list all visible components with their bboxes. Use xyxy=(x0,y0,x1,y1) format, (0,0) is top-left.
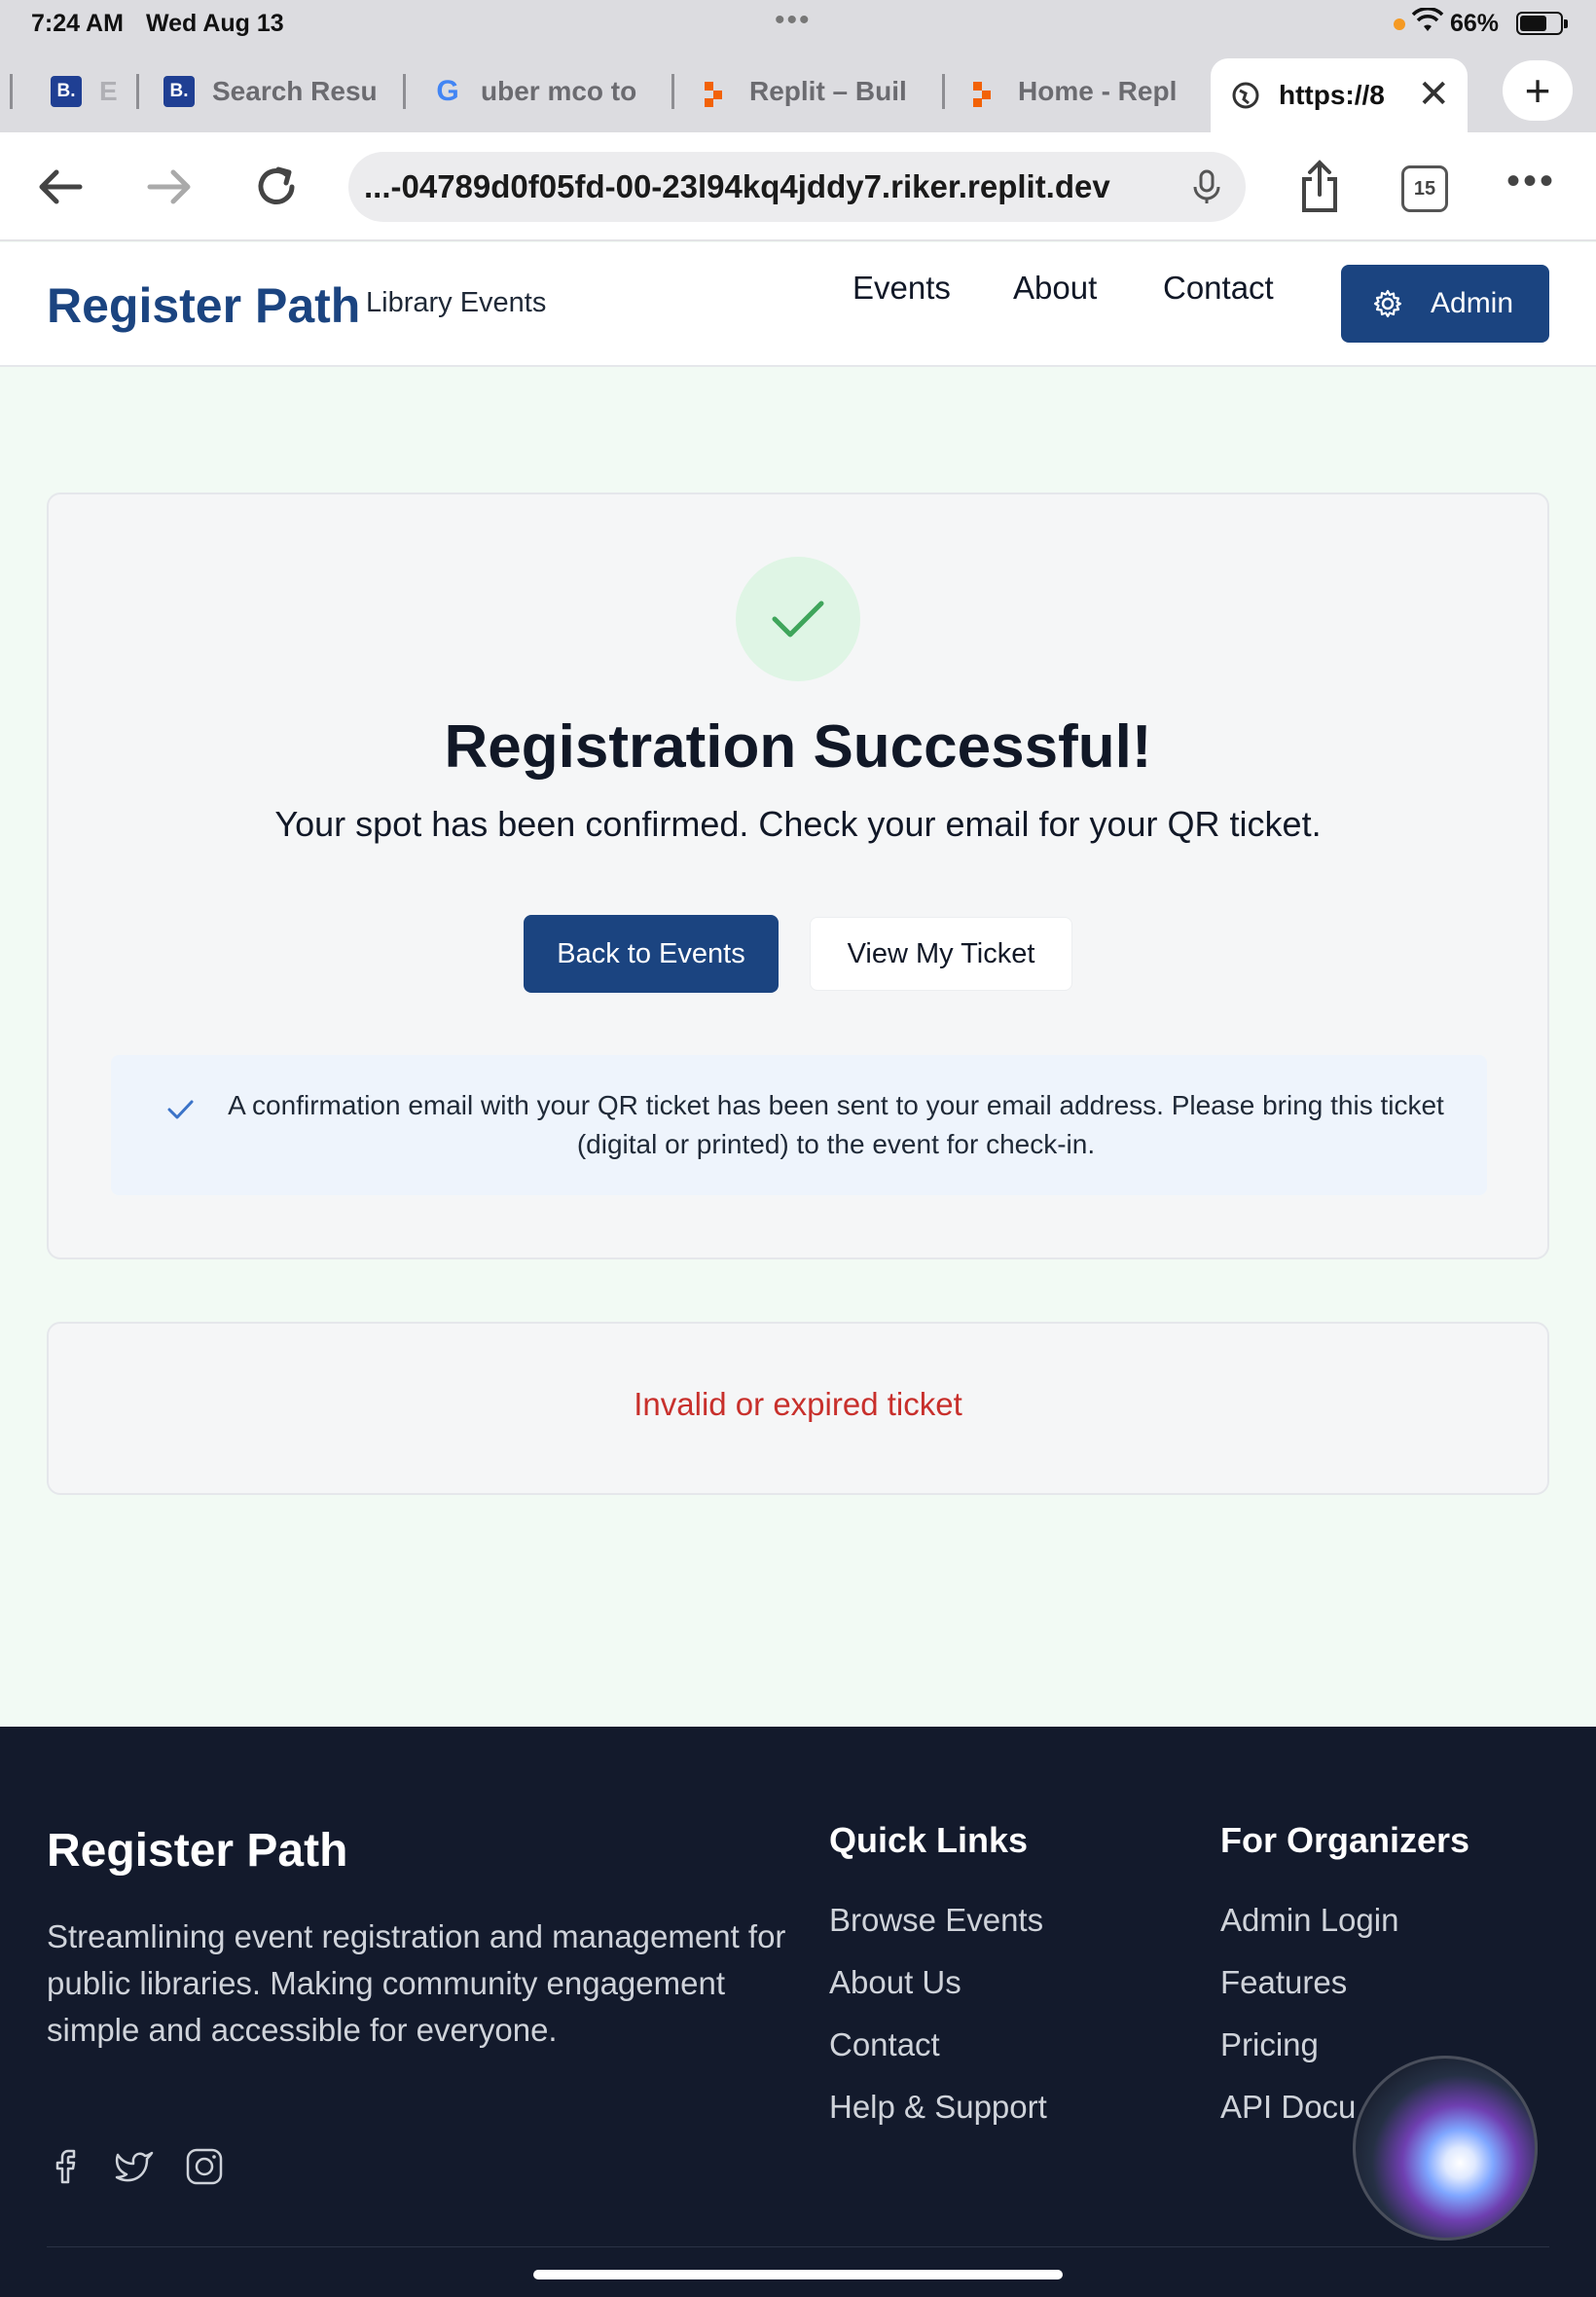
tab-title: https://8 xyxy=(1279,80,1385,110)
more-menu-icon[interactable]: ••• xyxy=(1506,160,1556,203)
tab-title: Replit – Buil xyxy=(749,76,907,106)
tab-separator xyxy=(942,74,945,109)
admin-label: Admin xyxy=(1431,287,1514,319)
plus-icon: + xyxy=(1524,65,1551,116)
battery-percent: 66% xyxy=(1450,10,1500,37)
check-icon xyxy=(167,1100,194,1119)
footer-link-browse-events[interactable]: Browse Events xyxy=(829,1902,1043,1939)
share-button[interactable] xyxy=(1292,160,1347,214)
booking-icon: B. xyxy=(163,76,195,107)
twitter-icon[interactable] xyxy=(113,2145,156,2188)
browser-tab-5[interactable]: Home - Repl xyxy=(969,64,1183,119)
nav-contact[interactable]: Contact xyxy=(1163,270,1274,307)
browser-tab-bar: B. E B. Search Resu G uber mco to Replit… xyxy=(0,47,1596,132)
address-bar: ...-04789d0f05fd-00-23l94kq4jddy7.riker.… xyxy=(0,132,1596,241)
footer-link-features[interactable]: Features xyxy=(1220,1964,1347,2001)
browser-tab-4[interactable]: Replit – Buil xyxy=(701,64,921,119)
footer-brand: Register Path xyxy=(47,1825,348,1877)
tab-title: uber mco to xyxy=(481,76,637,106)
success-check-badge xyxy=(736,557,860,681)
wifi-icon xyxy=(1411,8,1444,31)
ticket-error-message: Invalid or expired ticket xyxy=(634,1386,962,1422)
footer-quick-links-heading: Quick Links xyxy=(829,1820,1029,1860)
view-ticket-button[interactable]: View My Ticket xyxy=(810,917,1072,991)
booking-icon: B. xyxy=(51,76,82,107)
footer-link-api-docs[interactable]: API Docu xyxy=(1220,2089,1356,2126)
registration-success-card: Registration Successful! Your spot has b… xyxy=(47,492,1549,1259)
siri-orb-icon[interactable] xyxy=(1353,2056,1538,2241)
status-date: Wed Aug 13 xyxy=(146,10,284,37)
google-icon: G xyxy=(436,75,459,107)
mic-indicator-dot xyxy=(1394,18,1405,30)
footer-link-pricing[interactable]: Pricing xyxy=(1220,2026,1319,2063)
site-header: Register Path Library Events Events Abou… xyxy=(0,242,1596,367)
browser-tab-2[interactable]: B. Search Resu xyxy=(163,64,385,119)
footer-link-contact[interactable]: Contact xyxy=(829,2026,940,2063)
footer-link-help-support[interactable]: Help & Support xyxy=(829,2089,1047,2126)
tab-separator xyxy=(403,74,406,109)
battery-icon xyxy=(1516,12,1568,35)
close-tab-icon[interactable]: ✕ xyxy=(1417,72,1450,117)
brand-subtitle: Library Events xyxy=(366,287,547,318)
url-text: ...-04789d0f05fd-00-23l94kq4jddy7.riker.… xyxy=(364,168,1110,204)
tab-title: Search Resu xyxy=(212,76,378,106)
tab-title: Home - Repl xyxy=(1018,76,1178,106)
footer-description: Streamlining event registration and mana… xyxy=(47,1918,786,2048)
multitasking-dots-icon[interactable]: ••• xyxy=(775,4,812,37)
tab-count-button[interactable]: 15 xyxy=(1401,165,1448,212)
footer-link-about-us[interactable]: About Us xyxy=(829,1964,961,2001)
microphone-icon[interactable] xyxy=(1187,167,1226,206)
reload-icon xyxy=(258,166,295,204)
brand-logo[interactable]: Register Path xyxy=(47,277,360,334)
replit-icon xyxy=(701,76,732,107)
status-bar: 7:24 AM Wed Aug 13 ••• 66% xyxy=(0,0,1596,47)
success-title: Registration Successful! xyxy=(444,713,1152,781)
back-to-events-button[interactable]: Back to Events xyxy=(524,915,779,993)
tab-separator xyxy=(10,74,13,109)
tab-separator xyxy=(136,74,139,109)
home-indicator[interactable] xyxy=(533,2270,1063,2279)
confirmation-notice-text: A confirmation email with your QR ticket… xyxy=(228,1090,1444,1159)
browser-tab-active[interactable]: https://8 ✕ xyxy=(1211,58,1468,132)
checkmark-icon xyxy=(772,601,824,638)
gear-icon xyxy=(1373,289,1402,318)
footer-organizers-heading: For Organizers xyxy=(1220,1820,1470,1860)
tab-separator xyxy=(671,74,674,109)
globe-icon xyxy=(1230,80,1261,111)
arrow-left-icon xyxy=(39,169,83,204)
forward-button[interactable] xyxy=(142,160,197,214)
nav-about[interactable]: About xyxy=(1013,270,1097,307)
tab-title: E xyxy=(99,76,118,106)
footer-divider xyxy=(47,2246,1549,2247)
replit-icon xyxy=(969,76,1000,107)
facebook-icon[interactable] xyxy=(47,2145,90,2188)
admin-button[interactable]: Admin xyxy=(1341,265,1549,343)
instagram-icon[interactable] xyxy=(183,2145,226,2188)
reload-button[interactable] xyxy=(249,160,304,214)
browser-tab-3[interactable]: G uber mco to xyxy=(432,64,648,119)
footer-link-admin-login[interactable]: Admin Login xyxy=(1220,1902,1398,1939)
browser-tab-1[interactable]: B. E xyxy=(51,64,119,119)
new-tab-button[interactable]: + xyxy=(1503,60,1573,121)
url-field[interactable]: ...-04789d0f05fd-00-23l94kq4jddy7.riker.… xyxy=(348,152,1246,222)
site-footer: Register Path Streamlining event registr… xyxy=(0,1727,1596,2297)
ticket-error-card: Invalid or expired ticket xyxy=(47,1322,1549,1495)
success-subtitle: Your spot has been confirmed. Check your… xyxy=(274,804,1322,844)
share-icon xyxy=(1302,160,1337,212)
status-time: 7:24 AM xyxy=(31,10,124,37)
back-button[interactable] xyxy=(33,160,88,214)
nav-events[interactable]: Events xyxy=(852,270,951,307)
arrow-right-icon xyxy=(147,169,191,204)
confirmation-notice: A confirmation email with your QR ticket… xyxy=(111,1055,1487,1195)
